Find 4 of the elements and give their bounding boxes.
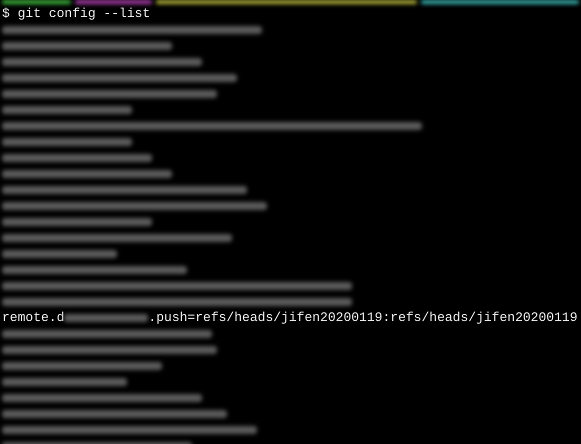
command-text: $ git config --list [2,6,150,22]
blurred-text [2,0,72,4]
output-text: .push=refs/heads/jifen20200119:refs/heads/jifen20200119 [148,310,578,326]
output-text: remote.d [2,310,64,326]
